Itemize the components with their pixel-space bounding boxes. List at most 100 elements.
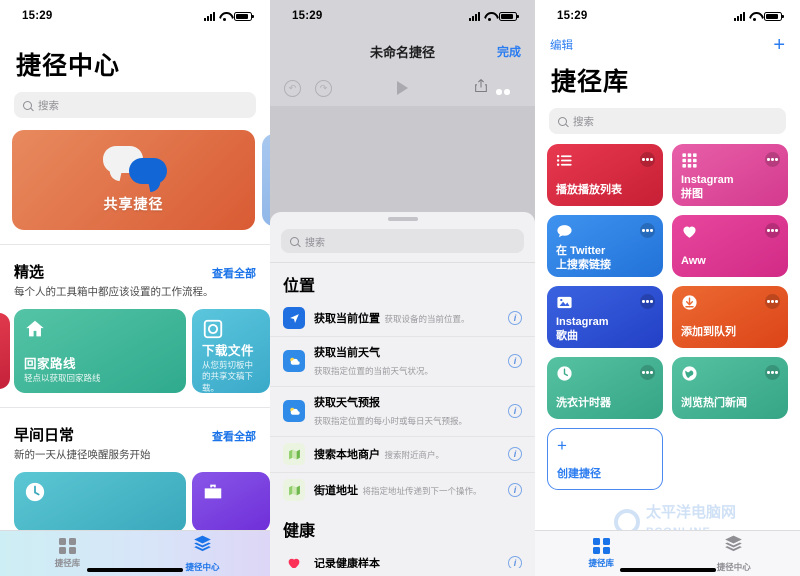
status-time: 15:29: [22, 10, 53, 22]
status-indicators: [734, 11, 784, 21]
info-icon[interactable]: i: [508, 354, 522, 368]
grid9-icon: [681, 152, 779, 174]
more-options-icon[interactable]: [765, 152, 780, 167]
action-search-input[interactable]: 搜索: [281, 229, 524, 253]
more-options-icon[interactable]: [640, 294, 655, 309]
banner-next-card-peek[interactable]: [262, 134, 270, 226]
shortcut-tile[interactable]: 播放播放列表: [547, 144, 663, 206]
section-title: 精选: [14, 264, 45, 281]
create-shortcut-label: 创建捷径: [557, 468, 601, 480]
more-options-icon[interactable]: [765, 294, 780, 309]
sheet-grabber[interactable]: [387, 217, 418, 221]
action-desc: 获取指定位置的每小时或每日天气预报。: [314, 416, 468, 426]
undo-icon[interactable]: ↶: [284, 79, 301, 97]
status-bar-1: 15:29: [0, 0, 270, 32]
shortcut-card-download-file[interactable]: 下载文件 从您剪切板中的共享文稿下载。: [192, 309, 270, 393]
shortcut-card-home-route[interactable]: 回家路线 轻点以获取回家路线: [14, 309, 186, 393]
search-input[interactable]: 搜索: [549, 108, 786, 134]
search-input[interactable]: 搜索: [14, 92, 256, 118]
editor-toolbar: ↶ ↷: [270, 70, 535, 106]
action-row[interactable]: 获取天气预报 获取指定位置的每小时或每日天气预报。 i: [270, 386, 535, 436]
more-options-icon[interactable]: [765, 223, 780, 238]
info-icon[interactable]: i: [508, 483, 522, 497]
page-title: 捷径库: [551, 68, 630, 96]
download-icon: [681, 294, 779, 316]
shortcut-tile[interactable]: Instagram 歌曲: [547, 286, 663, 348]
editor-canvas[interactable]: [270, 106, 535, 216]
page-title: 捷径中心: [16, 52, 121, 80]
action-name: 街道地址: [314, 485, 358, 497]
clock-icon: [24, 481, 46, 503]
group-title-location: 位置: [283, 278, 316, 295]
action-row[interactable]: 获取当前天气 获取指定位置的当前天气状况。 i: [270, 336, 535, 386]
card-title: 回家路线: [24, 356, 77, 371]
more-options-icon[interactable]: [640, 223, 655, 238]
more-options-icon[interactable]: [640, 365, 655, 380]
shortcut-tile[interactable]: Instagram 拼图: [672, 144, 788, 206]
search-placeholder: 搜索: [38, 99, 59, 112]
location-arrow-icon: [283, 307, 305, 329]
cellular-signal-icon: [734, 11, 745, 21]
briefcase-icon: [202, 481, 224, 503]
home-indicator: [619, 568, 716, 572]
see-all-link[interactable]: 查看全部: [212, 428, 256, 444]
share-icon[interactable]: [473, 76, 489, 100]
home-icon: [24, 318, 46, 340]
shortcut-card-morning-2[interactable]: [192, 472, 270, 532]
group-title-health: 健康: [283, 523, 316, 540]
tab-shortcut-library[interactable]: 捷径库: [0, 537, 135, 570]
action-name: 获取天气预报: [314, 397, 380, 409]
watermark-line1: 太平洋电脑网: [646, 504, 737, 521]
tab-shortcut-library[interactable]: 捷径库: [535, 537, 668, 570]
previous-card-peek[interactable]: [0, 313, 10, 389]
disk-icon: [202, 318, 224, 340]
more-options-icon[interactable]: [765, 365, 780, 380]
search-icon: [290, 236, 299, 246]
info-icon[interactable]: i: [508, 404, 522, 418]
play-icon[interactable]: [397, 81, 408, 95]
action-row[interactable]: 街道地址 将指定地址传递到下一个操作。 i: [270, 472, 535, 508]
action-row[interactable]: 获取当前位置 获取设备的当前位置。 i: [270, 301, 535, 336]
shortcut-name: Aww: [681, 255, 706, 268]
shortcut-tile[interactable]: 洗衣计时器: [547, 357, 663, 419]
redo-icon[interactable]: ↷: [315, 79, 332, 97]
more-options-icon[interactable]: [640, 152, 655, 167]
action-row[interactable]: 记录健康样本 i: [270, 546, 535, 568]
panel-shortcut-library: 15:29 编辑 + 捷径库 搜索 播放播放列表 Instagram 拼图 在 …: [535, 0, 800, 576]
shortcut-name: 洗衣计时器: [556, 397, 611, 410]
grid-icon: [592, 537, 610, 555]
action-desc: 搜索附近商户。: [384, 450, 444, 460]
status-bar-3: 15:29: [535, 0, 800, 32]
done-button[interactable]: 完成: [497, 43, 521, 60]
panel-shortcut-editor: 15:29 未命名捷径 完成 ↶ ↷ 搜索 位置 获取当前位置 获取设备的当前位…: [270, 0, 535, 576]
shortcut-name: 浏览热门新闻: [681, 397, 747, 410]
action-desc: 获取设备的当前位置。: [384, 314, 470, 324]
battery-icon: [764, 11, 784, 21]
tab-label: 捷径中心: [185, 562, 220, 572]
shortcut-name[interactable]: 未命名捷径: [370, 42, 435, 61]
shortcut-card-morning-1[interactable]: [14, 472, 186, 532]
shortcut-tile[interactable]: 在 Twitter 上搜索链接: [547, 215, 663, 277]
action-desc: 将指定地址传递到下一个操作。: [362, 486, 482, 496]
share-shortcuts-banner[interactable]: 共享捷径: [12, 130, 255, 230]
action-list[interactable]: 位置 获取当前位置 获取设备的当前位置。 i 获取当前天气 获取指定位置的当前天…: [270, 262, 535, 568]
heart-icon: [283, 552, 305, 568]
add-shortcut-button[interactable]: +: [773, 35, 785, 55]
info-icon[interactable]: i: [508, 311, 522, 325]
info-icon[interactable]: i: [508, 447, 522, 461]
battery-icon: [499, 11, 519, 21]
shortcut-name: Instagram 歌曲: [556, 316, 609, 342]
shortcut-tile[interactable]: Aww: [672, 215, 788, 277]
see-all-link[interactable]: 查看全部: [212, 265, 256, 281]
shortcut-tile[interactable]: 添加到队列: [672, 286, 788, 348]
layers-icon: [724, 534, 743, 558]
card-title: 下载文件: [202, 344, 255, 358]
action-name: 记录健康样本: [314, 558, 380, 568]
info-icon[interactable]: i: [508, 556, 522, 568]
action-row[interactable]: 搜索本地商户 搜索附近商户。 i: [270, 436, 535, 472]
shortcut-tile[interactable]: 浏览热门新闻: [672, 357, 788, 419]
create-shortcut-tile[interactable]: + 创建捷径: [547, 428, 663, 490]
wifi-icon: [749, 12, 760, 21]
status-indicators: [204, 11, 254, 21]
edit-button[interactable]: 编辑: [550, 37, 573, 53]
